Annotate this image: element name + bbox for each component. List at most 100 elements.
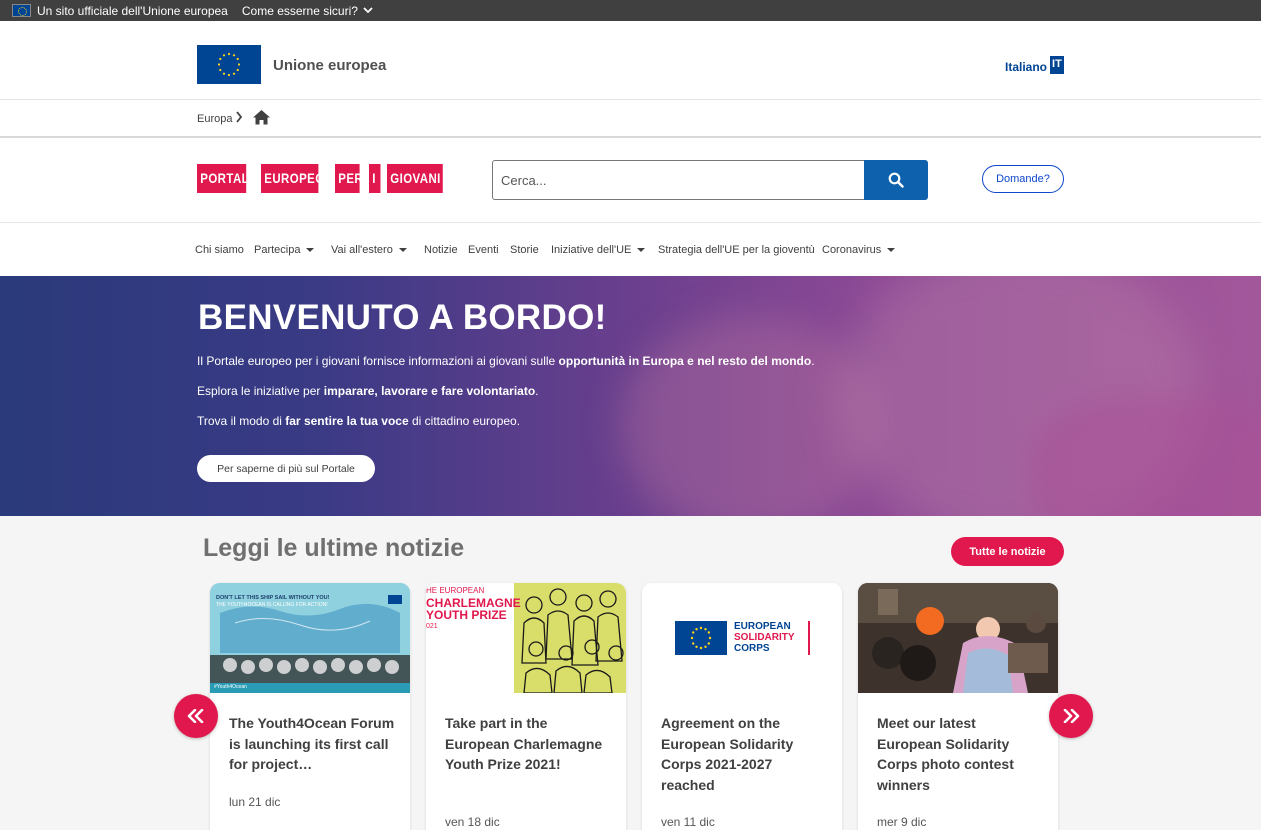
hero-bold-text: imparare, lavorare e fare volontariato [323,384,536,398]
eu-flag-logo[interactable] [197,45,261,84]
questions-button[interactable]: Domande? [982,165,1064,193]
image-caption-text: EUROPEAN [734,621,791,632]
nav-item-chi-siamo[interactable]: Chi siamo [195,244,244,256]
eu-flag-small-icon [12,4,31,17]
search-input[interactable] [492,160,865,200]
caret-down-icon [398,248,407,252]
logo-word: EUROPEO [261,164,324,193]
news-card[interactable]: HE EUROPEAN CHARLEMAGNE YOUTH PRIZE 021 … [426,583,626,830]
nav-label: Iniziative dell'UE [551,244,632,256]
nav-label: Partecipa [254,244,301,256]
nav-item-partecipa[interactable]: Partecipa [254,244,315,256]
nav-item-coronavirus[interactable]: Coronavirus [822,244,896,256]
hero-line-1: Il Portale europeo per i giovani fornisc… [197,354,815,368]
main-nav: Chi siamo Partecipa Vai all'estero Notiz… [0,224,1261,276]
news-card[interactable]: EUROPEAN SOLIDARITY CORPS Agreement on t… [642,583,842,830]
double-chevron-right-icon [1063,709,1080,723]
nav-label: Eventi [468,244,499,256]
official-eu-bar: Un sito ufficiale dell'Unione europea Co… [0,0,1261,21]
eu-header: Unione europea Italiano IT [0,21,1261,100]
chevron-down-icon [363,5,373,17]
portal-logo[interactable]: PORTALE EUROPEO PER I GIOVANI [197,164,455,193]
official-eu-text: Un sito ufficiale dell'Unione europea [37,3,228,18]
search-icon [888,172,904,188]
caret-down-icon [637,248,646,252]
hero-background-shape [1030,396,1261,516]
learn-more-button[interactable]: Per saperne di più sul Portale [197,455,375,482]
nav-label: Coronavirus [822,244,882,256]
nav-item-strategia[interactable]: Strategia dell'UE per la gioventù [658,244,815,256]
news-card-date: ven 11 dic [661,815,715,829]
hero-text: di cittadino europeo. [408,414,521,428]
image-caption-text: DON'T LET THIS SHIP SAIL WITHOUT YOU! [216,595,330,601]
news-card-date: mer 9 dic [877,815,927,829]
nav-label: Notizie [424,244,458,256]
news-card-title: Take part in the European Charlemagne Yo… [445,715,603,772]
news-card-title: Meet our latest European Solidarity Corp… [877,715,1014,793]
hero-text: Trova il modo di [197,414,286,428]
hero-text: . [535,384,539,398]
hero-line-3: Trova il modo di far sentire la tua voce… [197,414,520,428]
nav-item-eventi[interactable]: Eventi [468,244,499,256]
all-news-button[interactable]: Tutte le notizie [951,537,1064,566]
logo-word: PER [335,164,363,193]
nav-item-vai-all-estero[interactable]: Vai all'estero [331,244,407,256]
carousel-prev-button[interactable] [174,694,218,738]
caret-down-icon [306,248,315,252]
hero-text: Esplora le iniziative per [197,384,324,398]
nav-item-storie[interactable]: Storie [510,244,539,256]
nav-label: Chi siamo [195,244,244,256]
language-label: Italiano [1005,60,1048,74]
search-button[interactable] [864,160,928,200]
nav-label: Storie [510,244,539,256]
nav-label: Strategia dell'UE per la gioventù [658,244,815,256]
news-card-title: The Youth4Ocean Forum is launching its f… [229,715,395,772]
news-card-title: Agreement on the European Solidarity Cor… [661,715,794,793]
breadcrumb-europa-link[interactable]: Europa [197,113,232,125]
nav-item-notizie[interactable]: Notizie [424,244,458,256]
chevron-right-icon [235,111,243,126]
how-to-know-text: Come esserne sicuri? [241,3,358,18]
logo-word: GIOVANI [387,164,443,193]
news-heading: Leggi le ultime notizie [203,534,465,562]
news-card[interactable]: Meet our latest European Solidarity Corp… [858,583,1058,830]
news-card-image: EUROPEAN SOLIDARITY CORPS [642,583,842,693]
how-to-know-toggle[interactable]: Come esserne sicuri? [242,4,373,18]
news-card-date: ven 18 dic [445,815,500,829]
nav-label: Vai all'estero [331,244,393,256]
nav-item-iniziative[interactable]: Iniziative dell'UE [551,244,646,256]
caret-down-icon [887,248,896,252]
news-card[interactable]: DON'T LET THIS SHIP SAIL WITHOUT YOU! TH… [210,583,410,830]
image-caption-text: 021 [426,623,438,630]
news-card-image: HE EUROPEAN CHARLEMAGNE YOUTH PRIZE 021 [426,583,626,693]
double-chevron-left-icon [187,709,204,723]
news-card-image: DON'T LET THIS SHIP SAIL WITHOUT YOU! TH… [210,583,410,693]
language-code-badge: IT [1050,56,1064,74]
hero-text: Il Portale europeo per i giovani fornisc… [197,354,559,368]
breadcrumb: Europa [0,100,1261,138]
news-card-image [858,583,1058,693]
news-card-date: lun 21 dic [229,795,281,809]
hero-text: . [811,354,815,368]
language-selector[interactable]: Italiano IT [1005,56,1064,76]
site-header: PORTALE EUROPEO PER I GIOVANI Domande? [0,138,1261,223]
hero-banner: BENVENUTO A BORDO! Il Portale europeo pe… [0,276,1261,516]
carousel-next-button[interactable] [1049,694,1093,738]
eu-title: Unione europea [273,57,387,74]
logo-word: PORTALE [197,164,257,193]
hero-bold-text: far sentire la tua voce [285,414,409,428]
logo-word: I [369,164,381,193]
search-form [492,160,928,200]
image-caption-text: SOLIDARITY [734,632,795,643]
image-caption-text: #Youth4Ocean [214,684,247,690]
image-caption-text: YOUTH PRIZE [426,608,507,622]
home-icon[interactable] [253,110,270,130]
hero-bold-text: opportunità in Europa e nel resto del mo… [558,354,812,368]
hero-title: BENVENUTO A BORDO! [198,298,607,337]
image-caption-text: CORPS [734,643,770,654]
news-section: Leggi le ultime notizie Tutte le notizie… [0,516,1261,830]
image-caption-text: HE EUROPEAN [426,586,485,595]
image-caption-text: THE YOUTH4OCEAN IS CALLING FOR ACTION! [216,602,328,608]
official-eu-notice: Un sito ufficiale dell'Unione europea [12,4,228,18]
hero-line-2: Esplora le iniziative per imparare, lavo… [197,384,539,398]
